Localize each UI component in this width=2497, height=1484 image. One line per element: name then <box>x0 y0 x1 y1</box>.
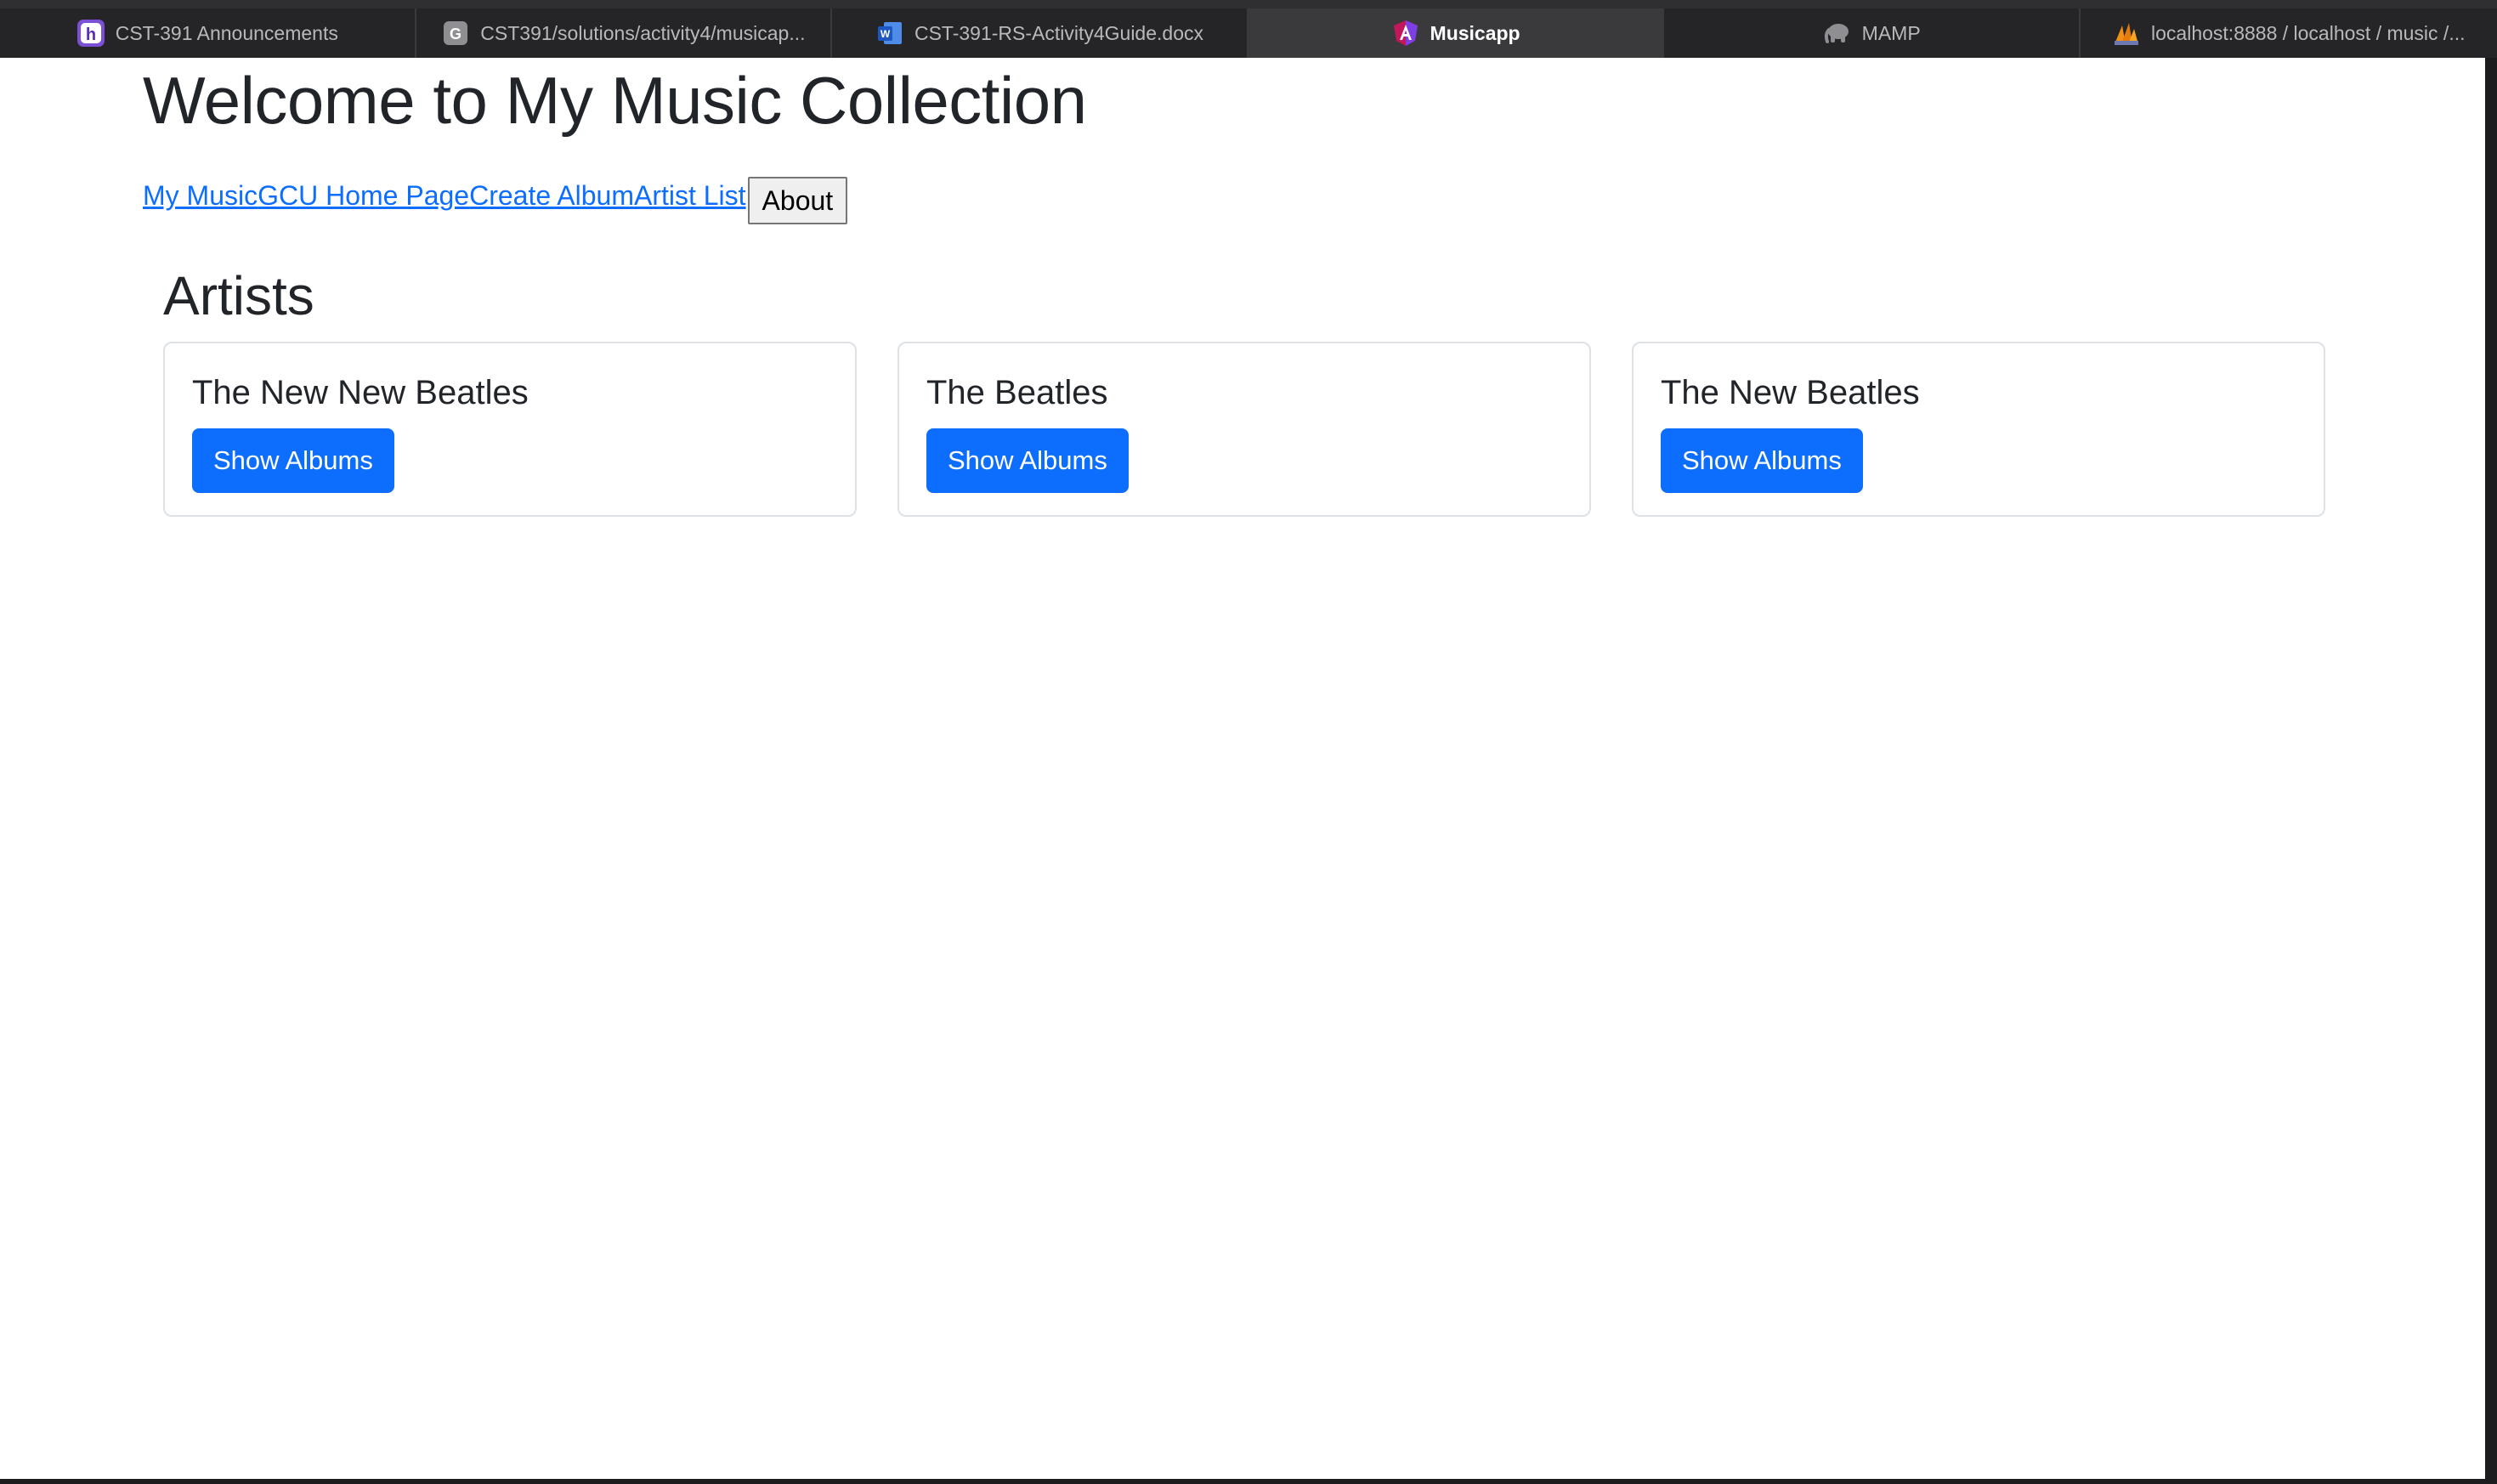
nav-link-artist-list[interactable]: Artist List <box>634 178 746 212</box>
show-albums-button[interactable]: Show Albums <box>1661 428 1863 493</box>
svg-text:W: W <box>880 28 891 40</box>
browser-tab-activity-guide[interactable]: W CST-391-RS-Activity4Guide.docx <box>832 8 1248 58</box>
artist-name: The New Beatles <box>1661 374 1920 411</box>
svg-text:h: h <box>86 25 96 44</box>
tab-label: localhost:8888 / localhost / music /... <box>2151 21 2466 44</box>
word-doc-icon: W <box>875 19 904 48</box>
browser-tab-repository[interactable]: G CST391/solutions/activity4/musicap... <box>416 8 833 58</box>
artist-card: The Beatles Show Albums <box>897 342 1591 517</box>
tab-label: MAMP <box>1861 21 1921 44</box>
angular-icon <box>1391 19 1420 48</box>
nav-link-my-music[interactable]: My Music <box>143 178 258 212</box>
artist-name: The Beatles <box>926 374 1108 411</box>
artist-card-list: The New New Beatles Show Albums The Beat… <box>163 342 2325 517</box>
tab-label: Musicapp <box>1430 21 1520 44</box>
nav-link-create-album[interactable]: Create Album <box>469 178 634 212</box>
browser-window: h CST-391 Announcements G CST391/solutio… <box>0 0 2497 1484</box>
artist-card: The New New Beatles Show Albums <box>163 342 857 517</box>
phpmyadmin-icon <box>2112 19 2141 48</box>
show-albums-button[interactable]: Show Albums <box>926 428 1129 493</box>
tab-label: CST-391 Announcements <box>115 21 338 44</box>
tab-label: CST-391-RS-Activity4Guide.docx <box>914 21 1203 44</box>
artist-card: The New Beatles Show Albums <box>1632 342 2325 517</box>
h-app-icon: h <box>76 19 105 48</box>
elephant-icon <box>1823 19 1852 48</box>
browser-tab-phpmyadmin[interactable]: localhost:8888 / localhost / music /... <box>2081 8 2497 58</box>
about-button[interactable]: About <box>747 177 848 224</box>
tab-label: CST391/solutions/activity4/musicap... <box>480 21 806 44</box>
svg-text:G: G <box>450 25 461 42</box>
page-title: Welcome to My Music Collection <box>143 63 1087 138</box>
window-edge <box>2485 58 2497 1484</box>
g-repo-icon: G <box>441 19 470 48</box>
main-nav: My Music GCU Home Page Create Album Arti… <box>143 167 848 224</box>
browser-tab-mamp[interactable]: MAMP <box>1664 8 2081 58</box>
page-viewport: Welcome to My Music Collection My Music … <box>0 58 2485 1479</box>
nav-link-gcu-home-page[interactable]: GCU Home Page <box>258 178 469 212</box>
artist-name: The New New Beatles <box>192 374 529 411</box>
browser-tab-musicapp[interactable]: Musicapp <box>1248 8 1665 58</box>
browser-tab-announcements[interactable]: h CST-391 Announcements <box>0 8 416 58</box>
show-albums-button[interactable]: Show Albums <box>192 428 394 493</box>
section-title: Artists <box>163 265 314 326</box>
browser-tab-strip: h CST-391 Announcements G CST391/solutio… <box>0 0 2497 58</box>
